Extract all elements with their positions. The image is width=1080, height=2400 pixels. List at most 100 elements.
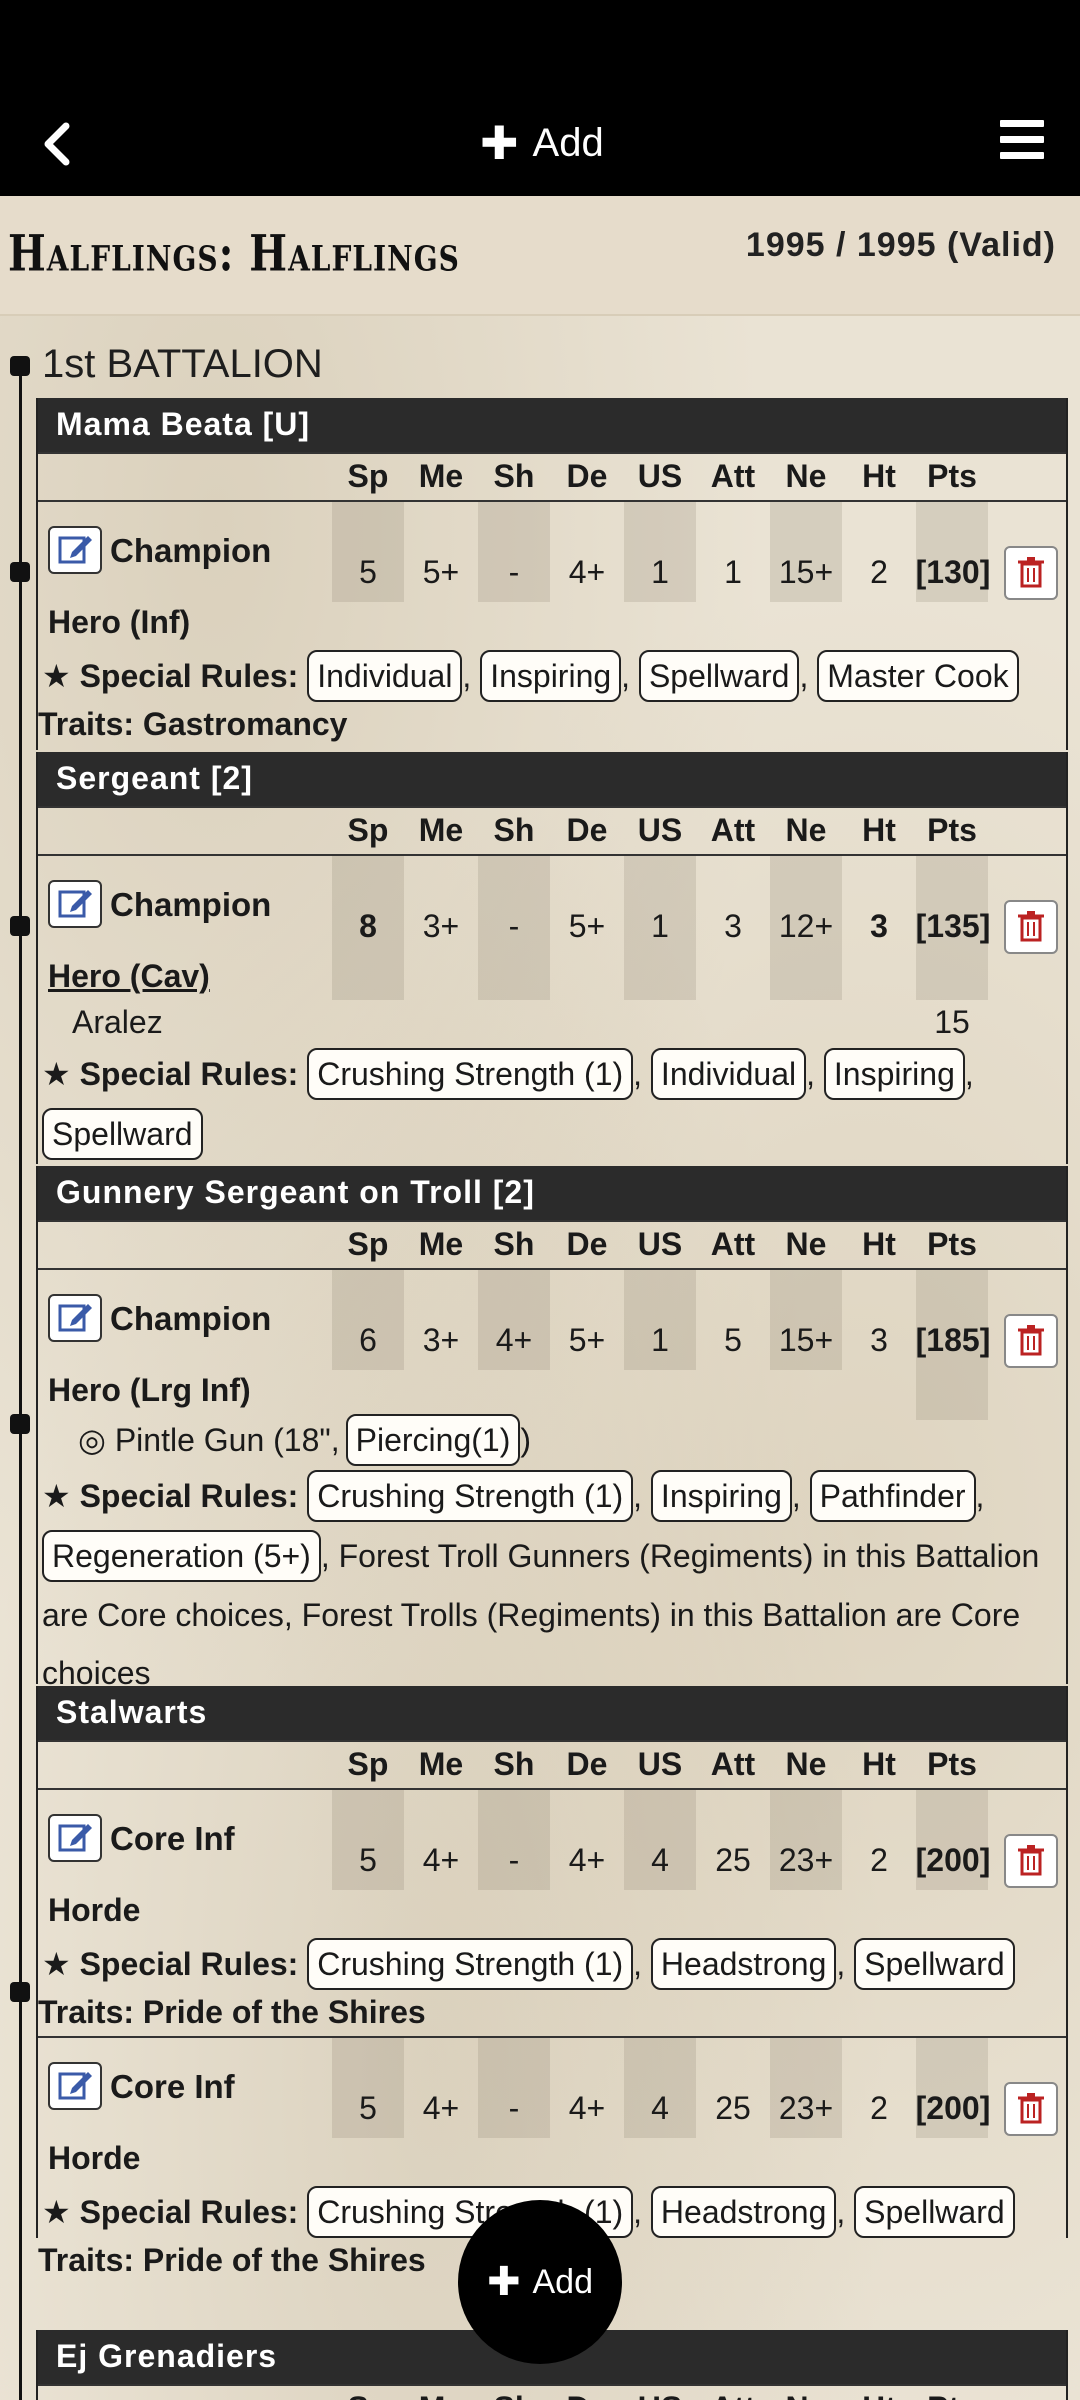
stat-header: Ne xyxy=(785,458,827,494)
stat-header: De xyxy=(566,458,608,494)
page-title: Halflings: Halflings xyxy=(8,224,460,283)
floating-add-button[interactable]: ✚ Add xyxy=(458,2200,622,2364)
edit-icon xyxy=(58,2072,92,2100)
stat-header: Sh xyxy=(493,458,535,494)
rule-tag[interactable]: Spellward xyxy=(854,1938,1015,1990)
edit-unit-button[interactable] xyxy=(48,526,102,574)
delete-unit-button[interactable] xyxy=(1004,1834,1058,1888)
edit-unit-button[interactable] xyxy=(48,1294,102,1342)
points-value: [200] xyxy=(915,1842,991,1878)
stat-header: Sp xyxy=(347,458,389,494)
fab-label: Add xyxy=(532,2262,594,2301)
rule-tag[interactable]: Crushing Strength (1) xyxy=(307,1048,634,1100)
unit-subtype-link[interactable]: Hero (Cav) xyxy=(48,958,210,995)
star-icon: ★ xyxy=(42,2194,71,2230)
weapon-name: Pintle Gun (18", xyxy=(114,1422,340,1458)
back-button[interactable] xyxy=(28,114,88,174)
delete-unit-button[interactable] xyxy=(1004,2082,1058,2136)
stat-header-row: Sp Me Sh De US Att Ne Ht Pts xyxy=(38,1740,1066,1790)
rule-tag[interactable]: Inspiring xyxy=(823,1048,965,1100)
rule-tag[interactable]: Spellward xyxy=(854,2186,1015,2238)
unit-card: Gunnery Sergeant on Troll [2] Sp Me Sh D… xyxy=(36,1166,1068,1691)
edit-unit-button[interactable] xyxy=(48,1814,102,1862)
rule-tag[interactable]: Inspiring xyxy=(650,1470,792,1522)
points-total: 1995 / 1995 (Valid) xyxy=(745,226,1056,264)
hamburger-menu-icon xyxy=(1000,120,1044,127)
rule-tag[interactable]: Individual xyxy=(307,650,463,702)
rule-tag[interactable]: Crushing Strength (1) xyxy=(307,1938,634,1990)
menu-button[interactable] xyxy=(1000,120,1044,164)
unit-name: Stalwarts xyxy=(38,1686,1066,1740)
unit-row: Core Inf 5 4+ - 4+ 4 25 23+ 2 [200] Hord… xyxy=(38,1790,1066,2038)
stat-value: - xyxy=(508,554,520,590)
rule-tag[interactable]: Spellward xyxy=(42,1108,203,1160)
edit-icon xyxy=(58,890,92,918)
trash-icon xyxy=(1018,1845,1044,1876)
list-header: Halflings: Halflings 1995 / 1995 (Valid) xyxy=(0,196,1080,316)
unit-name: Gunnery Sergeant on Troll [2] xyxy=(38,1166,1066,1220)
trash-icon xyxy=(1018,1325,1044,1356)
unit-row: Champion 5 5+ - 4+ 1 1 15+ 2 [130] Hero … xyxy=(38,502,1066,750)
rule-tag[interactable]: Spellward xyxy=(638,650,800,702)
weapon-line: ◎ Pintle Gun (18", Piercing(1)) xyxy=(78,1410,531,1470)
rule-tag[interactable]: Individual xyxy=(650,1048,807,1100)
status-bar xyxy=(0,0,1080,90)
stat-header: Att xyxy=(710,458,756,494)
delete-unit-button[interactable] xyxy=(1004,1314,1058,1368)
unit-subtype: Horde xyxy=(48,2140,141,2176)
unit-card: Stalwarts Sp Me Sh De US Att Ne Ht Pts C… xyxy=(36,1686,1068,2278)
unit-type: Core Inf xyxy=(110,1820,235,1857)
rule-tag[interactable]: Crushing Strength (1) xyxy=(307,1470,634,1522)
stat-header: US xyxy=(637,458,683,494)
rule-tag[interactable]: Headstrong xyxy=(650,2186,837,2238)
plus-icon: ✚ xyxy=(486,2260,521,2304)
unit-traits: Traits: Pride of the Shires xyxy=(38,1994,426,2030)
target-icon: ◎ xyxy=(78,1422,106,1458)
rule-tag[interactable]: Master Cook xyxy=(817,650,1019,702)
delete-unit-button[interactable] xyxy=(1004,900,1058,954)
special-rules: ★ Special Rules: Crushing Strength (1), … xyxy=(38,1934,1066,1994)
delete-unit-button[interactable] xyxy=(1004,546,1058,600)
stat-header: Me xyxy=(418,458,464,494)
rule-tag[interactable]: Regeneration (5+) xyxy=(42,1530,321,1582)
stat-value: 2 xyxy=(870,554,888,590)
unit-subtype: Hero (Inf) xyxy=(48,604,191,640)
edit-icon xyxy=(58,1304,92,1332)
special-rules: ★ Special Rules: Individual, Inspiring, … xyxy=(38,646,1066,706)
edit-icon xyxy=(58,1824,92,1852)
stat-value: 5 xyxy=(359,554,377,590)
edit-unit-button[interactable] xyxy=(48,2062,102,2110)
edit-icon xyxy=(58,536,92,564)
chevron-left-icon xyxy=(44,122,70,166)
stat-value: 15+ xyxy=(778,554,834,590)
battalion-title: 1st BATTALION xyxy=(42,342,323,386)
edit-unit-button[interactable] xyxy=(48,880,102,928)
tree-node xyxy=(10,562,30,582)
points-value: [200] xyxy=(915,2090,991,2126)
unit-card: Mama Beata [U] Sp Me Sh De US Att Ne Ht … xyxy=(36,398,1068,750)
unit-traits: Traits: Pride of the Shires xyxy=(38,2242,426,2278)
rule-tag[interactable]: Pathfinder xyxy=(809,1470,976,1522)
unit-traits: Traits: Gastromancy xyxy=(38,706,348,742)
special-rules: ★ Special Rules: Crushing Strength (1), … xyxy=(38,1466,1066,1702)
points-value: [135] xyxy=(915,908,991,944)
rule-tag[interactable]: Inspiring xyxy=(480,650,622,702)
unit-type: Champion xyxy=(110,532,272,569)
unit-type: Champion xyxy=(110,1300,272,1337)
stat-header-row: Sp Me Sh De US Att Ne Ht Pts xyxy=(38,2384,1066,2400)
unit-name: Sergeant [2] xyxy=(38,752,1066,806)
stat-header-row: Sp Me Sh De US Att Ne Ht Pts xyxy=(38,452,1066,502)
stat-value: 1 xyxy=(724,554,742,590)
add-unit-button[interactable]: ✚ Add xyxy=(480,110,604,176)
unit-row: Champion 8 3+ - 5+ 1 3 12+ 3 [135] Hero … xyxy=(38,856,1066,1164)
unit-subtype: Horde xyxy=(48,1892,141,1928)
tree-node xyxy=(10,1414,30,1434)
trash-icon xyxy=(1018,2093,1044,2124)
army-list-page: Halflings: Halflings 1995 / 1995 (Valid)… xyxy=(0,196,1080,2400)
top-nav: ✚ Add xyxy=(0,90,1080,196)
star-icon: ★ xyxy=(42,658,71,694)
rule-tag[interactable]: Headstrong xyxy=(650,1938,837,1990)
battalion-tree-line xyxy=(19,368,22,2400)
unit-type: Champion xyxy=(110,886,272,923)
rule-tag[interactable]: Piercing(1) xyxy=(345,1414,521,1466)
